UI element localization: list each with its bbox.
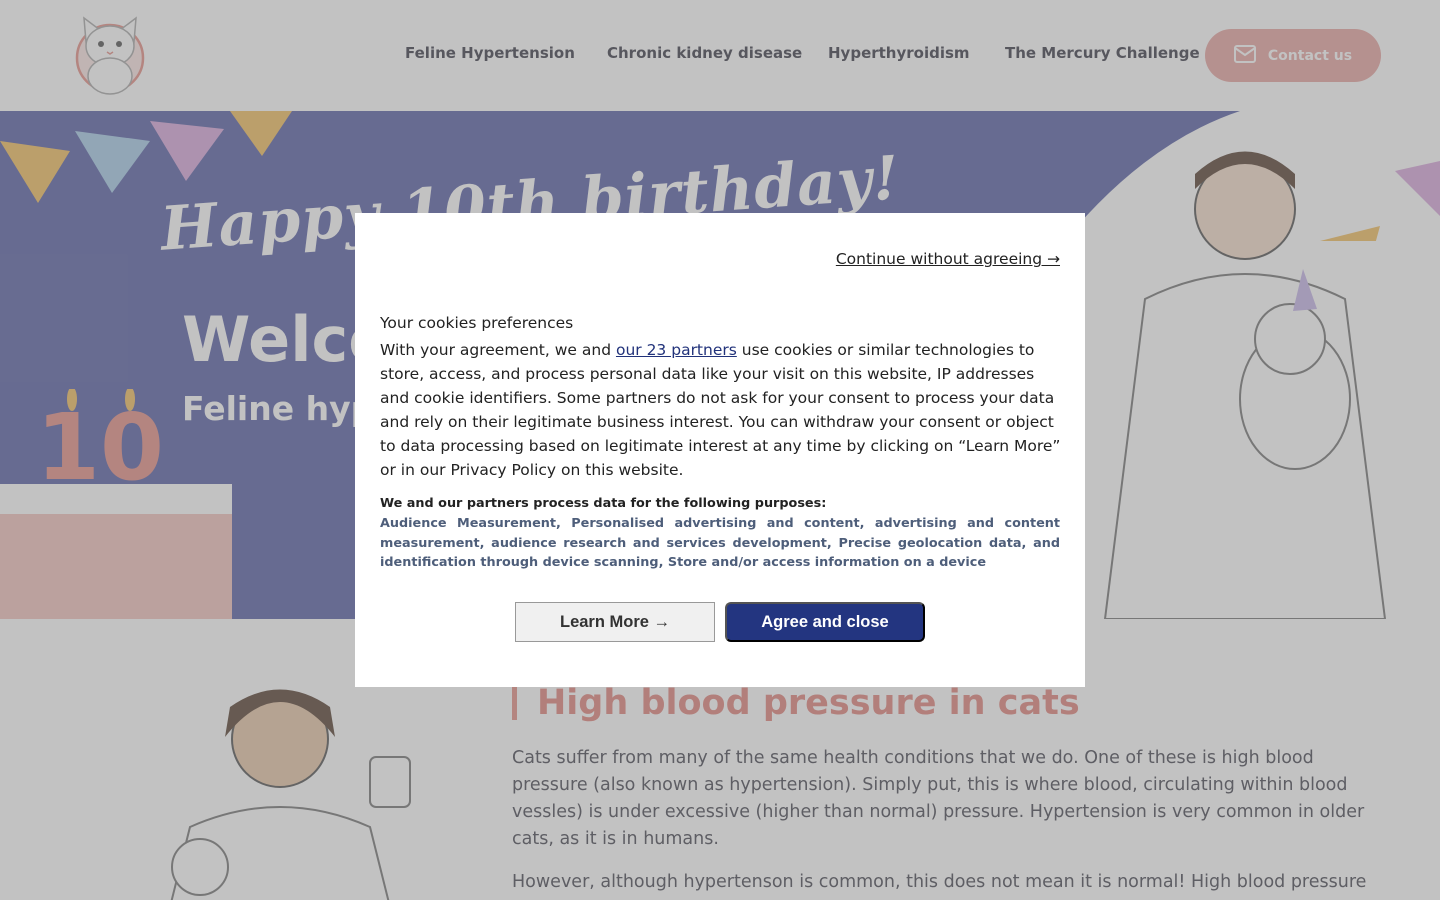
learn-more-button[interactable]: Learn More →	[515, 602, 715, 642]
cookie-dialog-title: Your cookies preferences	[380, 314, 574, 332]
cookie-consent-dialog: Continue without agreeing → Your cookies…	[355, 213, 1085, 687]
cookie-text-before: With your agreement, we and	[380, 341, 616, 359]
cookie-text-after: use cookies or similar technologies to s…	[380, 341, 1061, 479]
purposes-list[interactable]: Audience Measurement, Personalised adver…	[380, 514, 1060, 573]
partners-link[interactable]: our 23 partners	[616, 341, 737, 359]
purposes-heading: We and our partners process data for the…	[380, 496, 827, 511]
cookie-description: With your agreement, we and our 23 partn…	[380, 338, 1065, 482]
continue-without-agreeing-link[interactable]: Continue without agreeing →	[836, 250, 1060, 268]
agree-and-close-button[interactable]: Agree and close	[725, 602, 925, 642]
